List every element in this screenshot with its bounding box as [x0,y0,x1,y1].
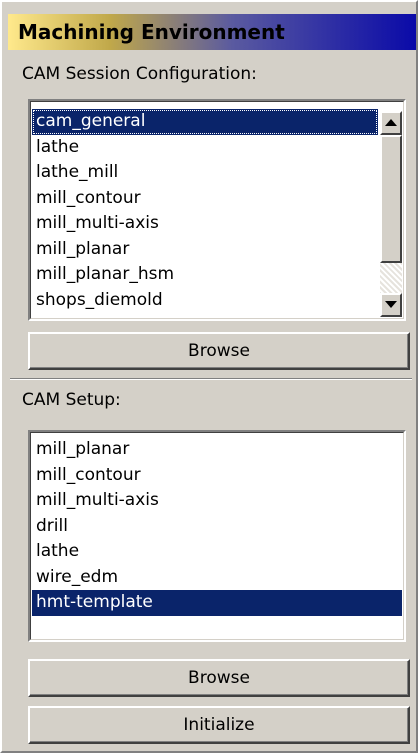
setup-item-drill[interactable]: drill [32,514,402,540]
session-item-mill-contour[interactable]: mill_contour [32,186,378,212]
setup-item-wire-edm[interactable]: wire_edm [32,565,402,591]
session-config-list: cam_general lathe lathe_mill mill_contou… [32,109,378,313]
dialog-title: Machining Environment [18,20,285,44]
session-browse-button[interactable]: Browse [28,332,410,370]
cam-setup-list: mill_planar mill_contour mill_multi-axis… [32,437,402,616]
setup-item-mill-multi-axis[interactable]: mill_multi-axis [32,488,402,514]
machining-environment-dialog: Machining Environment CAM Session Config… [0,0,418,753]
session-item-lathe-mill[interactable]: lathe_mill [32,160,378,186]
session-item-mill-planar-hsm[interactable]: mill_planar_hsm [32,262,378,288]
setup-item-mill-contour[interactable]: mill_contour [32,463,402,489]
arrow-up-icon [385,119,397,126]
scroll-thumb[interactable] [380,135,402,263]
session-item-mill-planar[interactable]: mill_planar [32,237,378,263]
dialog-title-bar: Machining Environment [8,14,416,50]
cam-setup-listbox[interactable]: mill_planar mill_contour mill_multi-axis… [28,430,406,642]
arrow-down-icon [385,301,397,308]
setup-item-lathe[interactable]: lathe [32,539,402,565]
setup-item-mill-planar[interactable]: mill_planar [32,437,402,463]
session-scrollbar[interactable] [380,111,402,317]
setup-item-hmt-template[interactable]: hmt-template [32,590,402,616]
cam-setup-label: CAM Setup: [22,390,121,410]
session-item-shops-diemold[interactable]: shops_diemold [32,288,378,314]
setup-browse-button[interactable]: Browse [28,659,410,697]
section-separator [10,378,412,380]
session-config-label: CAM Session Configuration: [22,64,257,84]
scroll-up-button[interactable] [380,111,402,135]
scroll-down-button[interactable] [380,293,402,317]
session-item-mill-multi-axis[interactable]: mill_multi-axis [32,211,378,237]
session-item-cam-general[interactable]: cam_general [32,109,378,135]
initialize-button[interactable]: Initialize [28,706,410,744]
session-config-listbox[interactable]: cam_general lathe lathe_mill mill_contou… [28,99,406,321]
session-item-lathe[interactable]: lathe [32,135,378,161]
